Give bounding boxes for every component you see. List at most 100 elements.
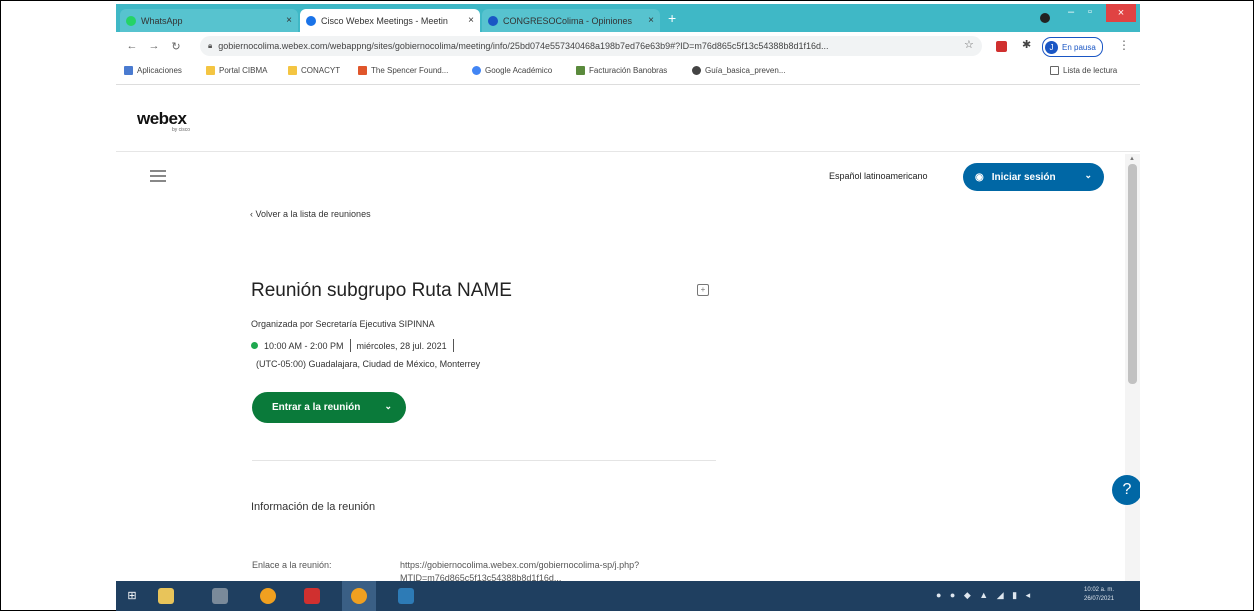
- bookmark-guia[interactable]: Guía_basica_preven...: [692, 66, 786, 75]
- webex-header: webex by cisco: [116, 85, 1140, 152]
- clock-date: 26/07/2021: [1084, 596, 1115, 602]
- tab-webex[interactable]: Cisco Webex Meetings - Meetin ×: [300, 9, 480, 32]
- reading-list[interactable]: Lista de lectura: [1050, 66, 1117, 75]
- profile-pause-button[interactable]: J En pausa: [1042, 37, 1103, 57]
- tab-congreso[interactable]: CONGRESOColima - Opiniones ×: [482, 9, 660, 32]
- page-scrollbar[interactable]: ▲: [1125, 154, 1140, 584]
- extension-icon[interactable]: [996, 41, 1007, 52]
- join-meeting-button[interactable]: Entrar a la reunión ⌄: [252, 392, 406, 423]
- add-to-calendar-icon[interactable]: +: [697, 284, 709, 296]
- bookmark-label: Guía_basica_preven...: [705, 66, 786, 75]
- site-icon: [576, 66, 585, 75]
- status-dot-icon: [251, 342, 258, 349]
- webex-favicon-icon: [306, 15, 316, 26]
- windows-taskbar: ⊞ ● ● ◆ ▲ ◢ ▮ ◂ 10:02 a. m. 26/07/2021: [116, 581, 1140, 611]
- close-icon[interactable]: ×: [468, 15, 474, 26]
- pause-label: En pausa: [1062, 42, 1096, 52]
- divider: [452, 339, 454, 352]
- acrobat-icon[interactable]: [304, 588, 320, 604]
- forward-arrow-icon[interactable]: →: [148, 40, 160, 52]
- webex-app-icon[interactable]: [398, 588, 414, 604]
- chrome-icon[interactable]: [351, 588, 367, 604]
- bookmark-label: The Spencer Found...: [371, 66, 449, 75]
- google-scholar-icon: [472, 66, 481, 75]
- bookmark-label: Portal CIBMA: [219, 66, 268, 75]
- address-bar-row: ← → ↻ 🔒︎ gobiernocolima.webex.com/webapp…: [116, 32, 1140, 60]
- screen: WhatsApp × Cisco Webex Meetings - Meetin…: [116, 4, 1140, 611]
- browser-tab-bar: WhatsApp × Cisco Webex Meetings - Meetin…: [116, 4, 1140, 32]
- reading-list-icon: [1050, 66, 1059, 75]
- meeting-time: 10:00 AM - 2:00 PM: [264, 340, 344, 351]
- taskbar-clock[interactable]: 10:02 a. m. 26/07/2021: [1084, 586, 1114, 604]
- bookmark-conacyt[interactable]: CONACYT: [288, 66, 340, 75]
- folder-icon: [288, 66, 297, 75]
- language-selector[interactable]: Español latinoamericano: [829, 171, 928, 181]
- site-icon: [358, 66, 367, 75]
- meeting-date: miércoles, 28 jul. 2021: [356, 340, 447, 351]
- tab-title: Cisco Webex Meetings - Meetin: [321, 15, 448, 26]
- back-arrow-icon[interactable]: ←: [126, 40, 138, 52]
- browser-menu-icon[interactable]: ⋮: [1118, 38, 1130, 52]
- chrome-icon[interactable]: [260, 588, 276, 604]
- bookmark-spencer[interactable]: The Spencer Found...: [358, 66, 448, 75]
- file-explorer-icon[interactable]: [158, 588, 174, 604]
- scroll-up-icon[interactable]: ▲: [1129, 156, 1135, 162]
- back-to-meetings-link[interactable]: ‹ Volver a la lista de reuniones: [250, 209, 371, 219]
- section-divider: [252, 460, 716, 461]
- meeting-timezone: (UTC-05:00) Guadalajara, Ciudad de Méxic…: [256, 359, 481, 369]
- join-label: Entrar a la reunión: [272, 402, 361, 413]
- hamburger-menu-icon[interactable]: [150, 170, 166, 182]
- lock-icon: 🔒︎: [208, 41, 213, 50]
- chevron-down-icon[interactable]: ⌄: [384, 401, 392, 412]
- meeting-title: Reunión subgrupo Ruta NAME: [251, 280, 512, 301]
- tab-title: WhatsApp: [141, 15, 183, 26]
- windows-start-icon[interactable]: ⊞: [124, 588, 140, 604]
- bookmark-label: Google Académico: [485, 66, 553, 75]
- bookmark-label: Facturación Banobras: [589, 66, 668, 75]
- sign-in-label: Iniciar sesión: [991, 171, 1056, 183]
- bookmark-google-academico[interactable]: Google Académico: [472, 66, 552, 75]
- meeting-time-row: 10:00 AM - 2:00 PM miércoles, 28 jul. 20…: [251, 339, 460, 352]
- webex-logo[interactable]: webex: [137, 109, 187, 129]
- close-icon[interactable]: ×: [286, 15, 292, 26]
- globe-icon: [692, 66, 701, 75]
- meeting-host: Organizada por Secretaría Ejecutiva SIPI…: [251, 319, 435, 329]
- bookmark-banobras[interactable]: Facturación Banobras: [576, 66, 667, 75]
- sign-in-button[interactable]: ◉ Iniciar sesión ⌄: [963, 163, 1104, 191]
- minimize-icon[interactable]: –: [1068, 6, 1074, 18]
- site-favicon-icon: [488, 15, 498, 26]
- new-tab-button[interactable]: +: [668, 10, 676, 26]
- reload-icon[interactable]: ↻: [170, 40, 182, 53]
- user-icon: ◉: [975, 171, 984, 183]
- logo-subtitle: by cisco: [172, 127, 191, 133]
- bookmark-star-icon[interactable]: ☆: [964, 38, 974, 51]
- avatar: J: [1045, 40, 1058, 54]
- help-button[interactable]: ?: [1112, 475, 1140, 505]
- reading-list-label: Lista de lectura: [1063, 66, 1118, 75]
- bookmark-label: CONACYT: [301, 66, 341, 75]
- puzzle-icon[interactable]: ✱: [1022, 38, 1031, 51]
- bookmark-label: Aplicaciones: [137, 66, 182, 75]
- maximize-icon[interactable]: ▫: [1088, 6, 1092, 18]
- apps-grid-icon: [124, 66, 133, 75]
- whatsapp-icon: [126, 15, 136, 26]
- meeting-link-label: Enlace a la reunión:: [252, 560, 332, 570]
- meeting-info-heading: Información de la reunión: [251, 501, 376, 513]
- system-tray-icons[interactable]: ● ● ◆ ▲ ◢ ▮ ◂: [936, 590, 1033, 601]
- close-icon[interactable]: ×: [648, 15, 654, 26]
- divider: [349, 339, 351, 352]
- folder-icon: [206, 66, 215, 75]
- tab-whatsapp[interactable]: WhatsApp ×: [120, 9, 298, 32]
- profile-icon[interactable]: [1040, 13, 1050, 23]
- scrollbar-thumb[interactable]: [1128, 164, 1137, 384]
- bookmarks-bar: Aplicaciones Portal CIBMA CONACYT The Sp…: [116, 60, 1140, 85]
- url-text: gobiernocolima.webex.com/webappng/sites/…: [218, 41, 829, 51]
- bookmark-portal-cibma[interactable]: Portal CIBMA: [206, 66, 267, 75]
- window-close-button[interactable]: ×: [1106, 4, 1136, 22]
- bookmark-apps[interactable]: Aplicaciones: [124, 66, 182, 75]
- tab-title: CONGRESOColima - Opiniones: [503, 15, 633, 26]
- clock-time: 10:02 a. m.: [1084, 587, 1115, 593]
- url-bar[interactable]: 🔒︎ gobiernocolima.webex.com/webappng/sit…: [200, 36, 982, 56]
- chevron-down-icon: ⌄: [1084, 170, 1092, 180]
- app-icon[interactable]: [212, 588, 228, 604]
